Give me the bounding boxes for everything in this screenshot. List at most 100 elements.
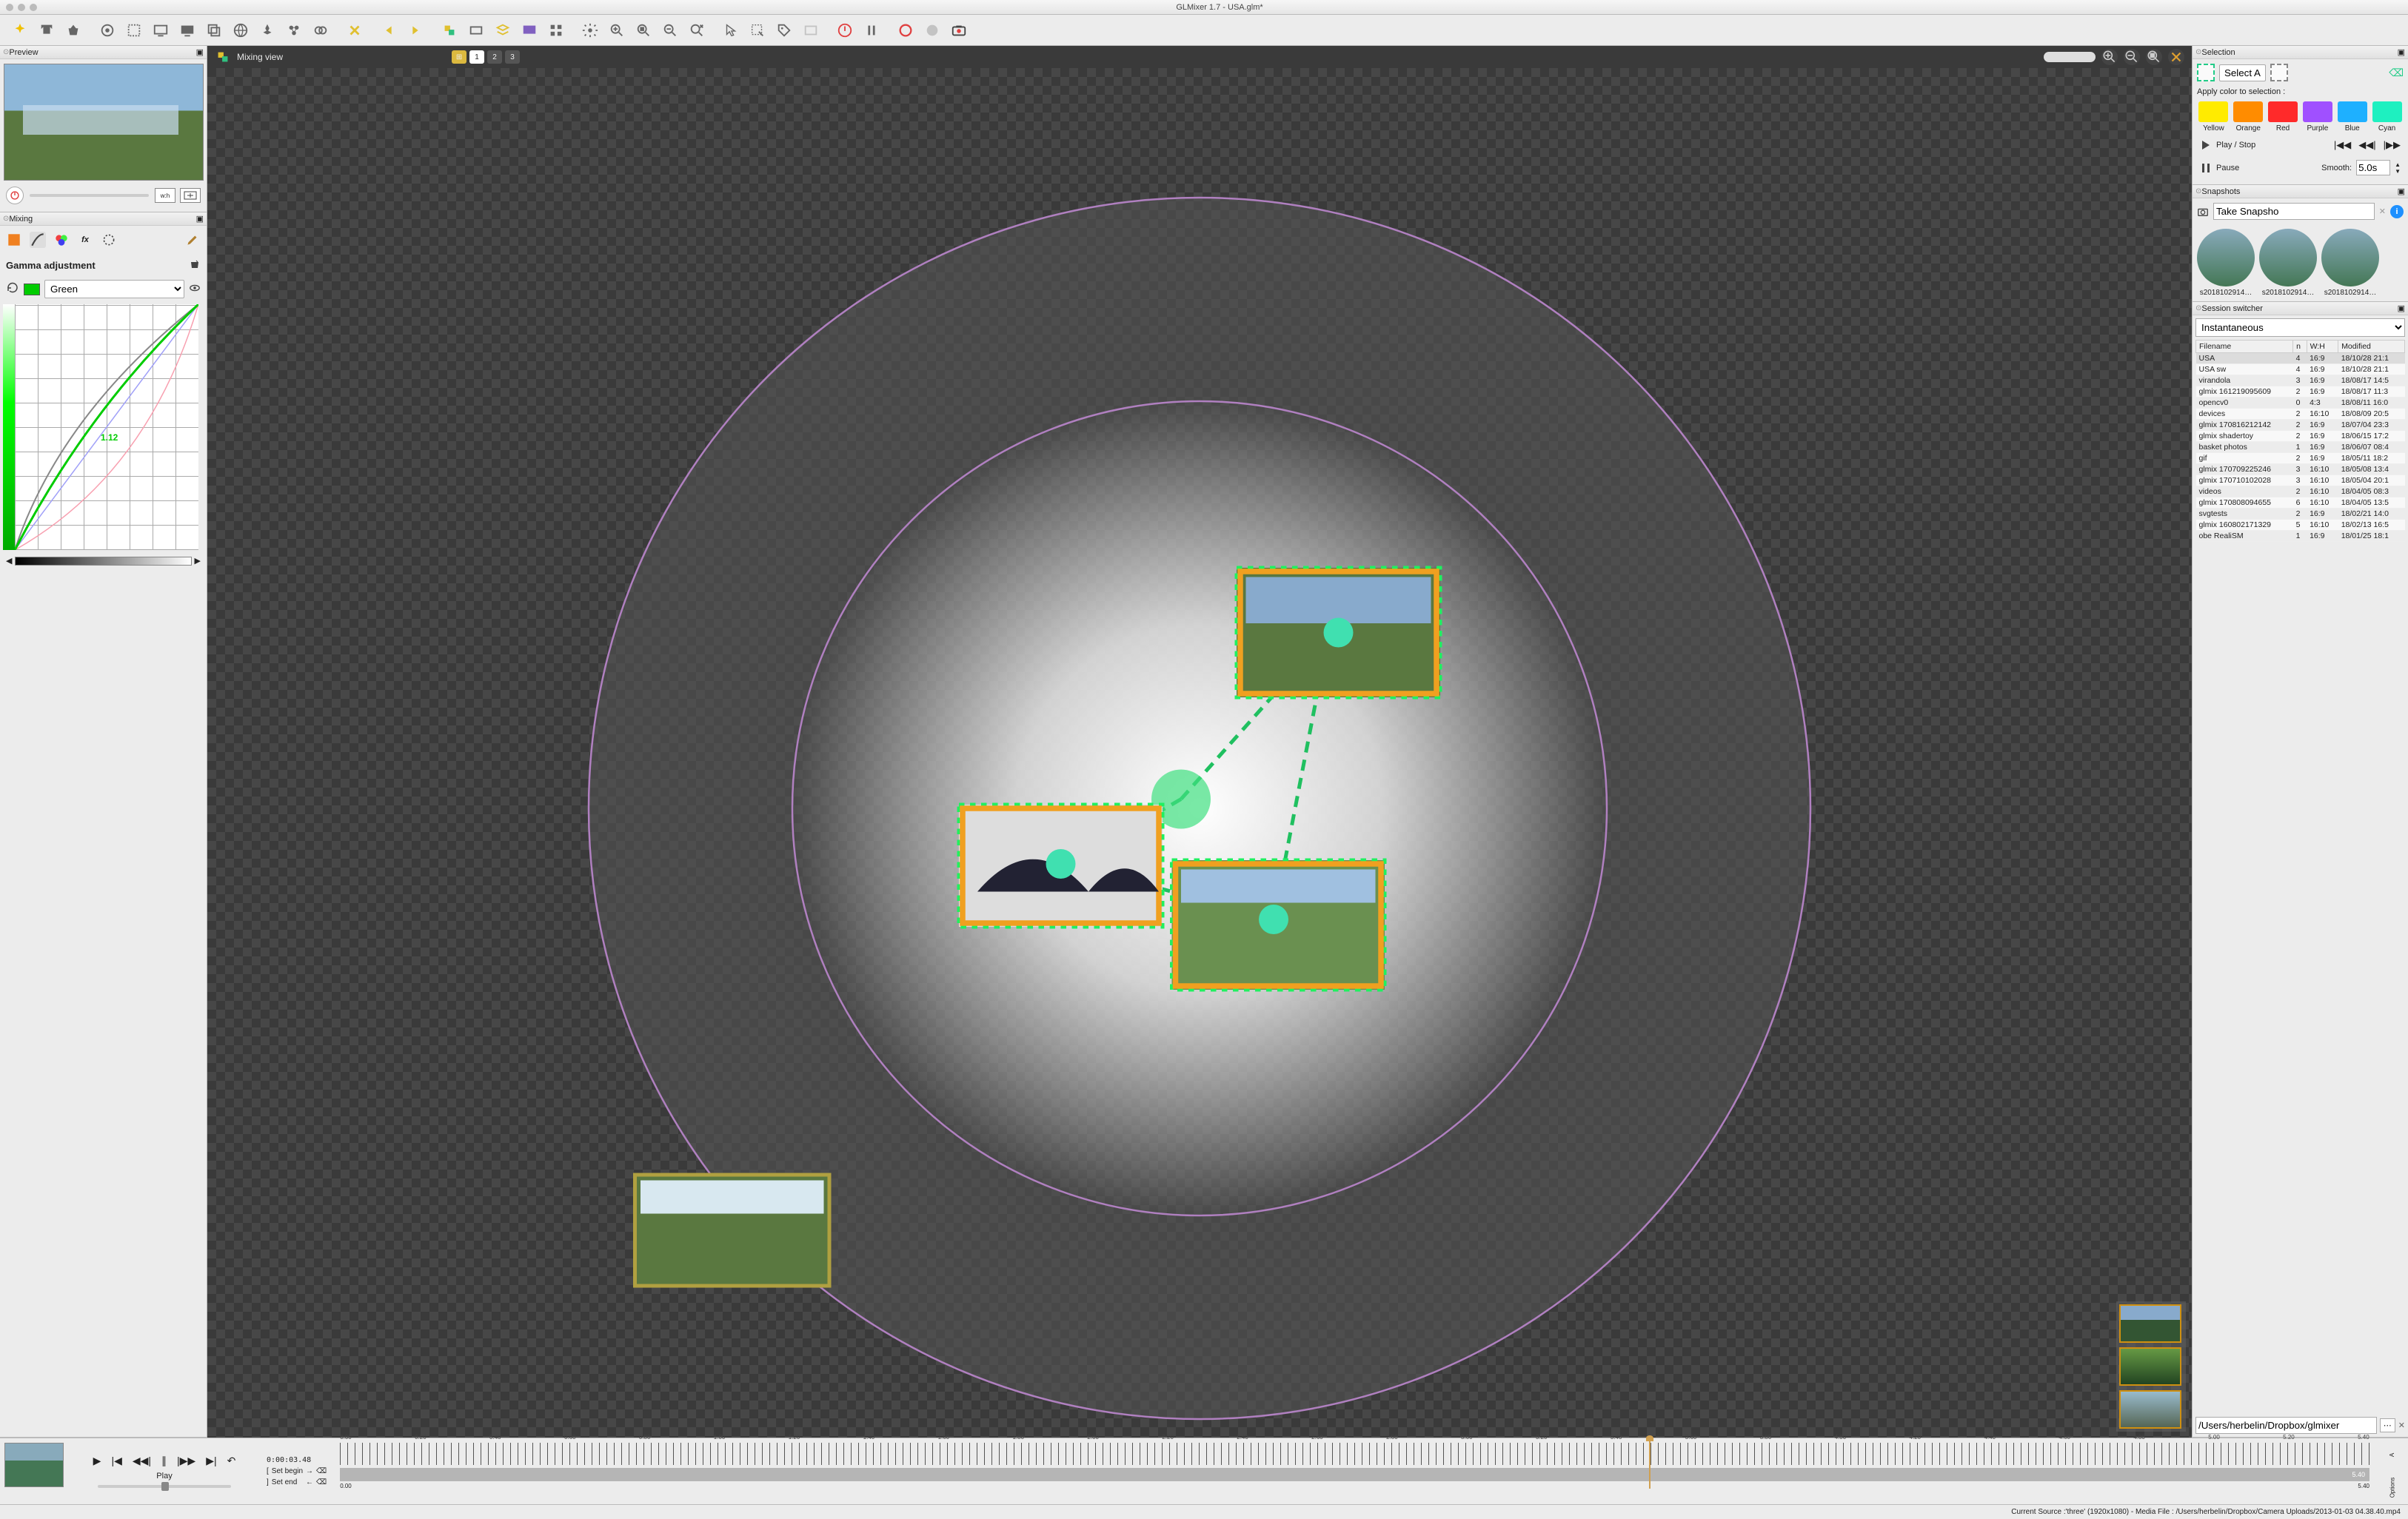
workspace-1[interactable]: 1 [469,50,484,64]
transport-start[interactable]: |◀◀ [2334,139,2351,151]
session-file-table[interactable]: FilenamenW:HModified USA416:918/10/28 21… [2195,340,2405,542]
table-row[interactable]: gif216:918/05/11 18:2 [2196,453,2405,464]
to-end-button[interactable]: ▶| [206,1455,216,1467]
clear-selection-button[interactable]: ⌫ [2389,67,2404,79]
table-header[interactable]: n [2293,341,2307,353]
table-row[interactable]: glmix 160802171329516:1018/02/13 16:5 [2196,520,2405,531]
record-button[interactable] [893,18,918,43]
workspace-home[interactable]: ⊞ [452,50,466,64]
source-node[interactable] [1237,568,1440,697]
session-path-input[interactable] [2195,1417,2377,1434]
table-row[interactable]: USA sw416:918/10/28 21:1 [2196,364,2405,375]
table-row[interactable]: videos216:1018/04/05 08:3 [2196,486,2405,497]
source-node[interactable] [959,805,1163,927]
smooth-stepper[interactable]: ▲▼ [2395,161,2401,175]
zoom-window-icon[interactable] [30,4,37,11]
alpha-tab[interactable] [6,232,22,248]
zoom-reset-button[interactable] [658,18,683,43]
browse-path-button[interactable]: ⋯ [2380,1418,2395,1432]
snapshot-item[interactable]: s2018102914… [2321,229,2379,297]
render-output-button[interactable] [175,18,200,43]
output-fader[interactable] [30,194,149,197]
color-red[interactable]: Red [2267,99,2300,135]
delete-source-button[interactable] [342,18,367,43]
table-row[interactable]: svgtests216:918/02/21 14:0 [2196,509,2405,520]
tl-sidebar-options[interactable]: Options [2389,1478,2395,1498]
table-row[interactable]: devices216:1018/08/09 20:5 [2196,409,2405,420]
svg-source-button[interactable] [255,18,280,43]
clear-path-button[interactable]: ✕ [2398,1421,2405,1430]
set-begin-marker[interactable]: [ [267,1467,269,1475]
popout-icon[interactable]: ▣ [2398,187,2405,196]
popout-icon[interactable]: ▣ [196,214,204,224]
current-source-thumb[interactable] [4,1443,64,1487]
speed-slider[interactable] [98,1485,231,1488]
table-row[interactable]: glmix shadertoy216:918/06/15 17:2 [2196,431,2405,442]
next-source-button[interactable] [403,18,428,43]
cursor-tool-button[interactable] [718,18,743,43]
desktop-source-button[interactable] [148,18,173,43]
popout-icon[interactable]: ▣ [2398,304,2405,313]
bright-right-arrow[interactable]: ▶ [195,556,201,566]
table-row[interactable]: glmix 170816212142216:918/07/04 23:3 [2196,420,2405,431]
table-row[interactable]: glmix 161219095609216:918/08/17 11:3 [2196,386,2405,398]
table-header[interactable]: Filename [2196,341,2293,353]
rewind-button[interactable]: ◀◀| [133,1455,151,1467]
source-thumb[interactable] [2119,1304,2181,1343]
color-tab[interactable] [53,232,70,248]
tl-sidebar-a[interactable]: A [2389,1453,2396,1457]
collapse-icon[interactable]: ⊙ [3,215,9,223]
select-tool-button[interactable] [745,18,770,43]
loop-button[interactable]: ↶ [227,1455,236,1467]
fx-tab[interactable]: fx [77,232,93,248]
source-node-inactive[interactable] [635,1175,830,1286]
color-purple[interactable]: Purple [2301,99,2334,135]
clone-source-button[interactable] [201,18,227,43]
tag-tool-button[interactable] [772,18,797,43]
window-controls[interactable] [6,4,37,11]
canvas-zoom-fit[interactable] [2146,49,2162,65]
collapse-icon[interactable]: ⊙ [2195,48,2201,56]
session-mode-select[interactable]: Instantaneous [2195,318,2405,337]
table-row[interactable]: virandola316:918/08/17 14:5 [2196,375,2405,386]
layer-view-button[interactable] [490,18,515,43]
workspace-3[interactable]: 3 [505,50,520,64]
color-cyan[interactable]: Cyan [2370,99,2404,135]
table-row[interactable]: glmix 170709225246316:1018/05/08 13:4 [2196,464,2405,475]
mixing-canvas[interactable] [207,68,2192,1438]
open-file-button[interactable] [34,18,59,43]
snapshot-item[interactable]: s2018102914… [2197,229,2255,297]
visibility-toggle[interactable] [189,282,201,296]
transport-next[interactable]: |▶▶ [2384,139,2401,151]
output-power-button[interactable] [6,187,24,204]
record-pause-button[interactable] [920,18,945,43]
stream-source-button[interactable] [308,18,333,43]
camera-source-button[interactable] [95,18,120,43]
color-orange[interactable]: Orange [2232,99,2265,135]
snapshot-item[interactable]: s2018102914… [2259,229,2317,297]
workspace-2[interactable]: 2 [487,50,502,64]
render-view-button[interactable] [517,18,542,43]
pause-button[interactable]: ∥ [161,1455,167,1467]
zoom-fit-button[interactable] [631,18,656,43]
basket-button[interactable] [61,18,86,43]
bright-left-arrow[interactable]: ◀ [6,556,12,566]
select-all-button[interactable]: Select A [2219,64,2266,81]
table-row[interactable]: glmix 170710102028316:1018/05/04 20:1 [2196,475,2405,486]
gamma-curve-editor[interactable]: 1.12 [3,304,198,550]
mix-view-button[interactable] [437,18,462,43]
timeline-ruler[interactable]: 0.000.200.400.600.801.001.201.401.601.80… [332,1438,2377,1504]
source-thumb[interactable] [2119,1390,2181,1429]
table-header[interactable]: Modified [2338,341,2405,353]
gamma-reset-button[interactable] [189,258,201,272]
table-row[interactable]: basket photos116:918/06/07 08:4 [2196,442,2405,453]
take-snapshot-button[interactable]: Take Snapsho [2213,203,2375,220]
workspace-tabs[interactable]: ⊞ 1 2 3 [452,50,520,64]
geom-view-button[interactable] [464,18,489,43]
canvas-zoom-in[interactable] [2101,49,2118,65]
playhead[interactable] [1649,1438,1651,1489]
brightness-slider[interactable] [15,557,191,566]
delete-snapshot-button[interactable]: ✕ [2379,207,2386,216]
reset-curve-button[interactable] [6,281,19,297]
color-yellow[interactable]: Yellow [2197,99,2230,135]
